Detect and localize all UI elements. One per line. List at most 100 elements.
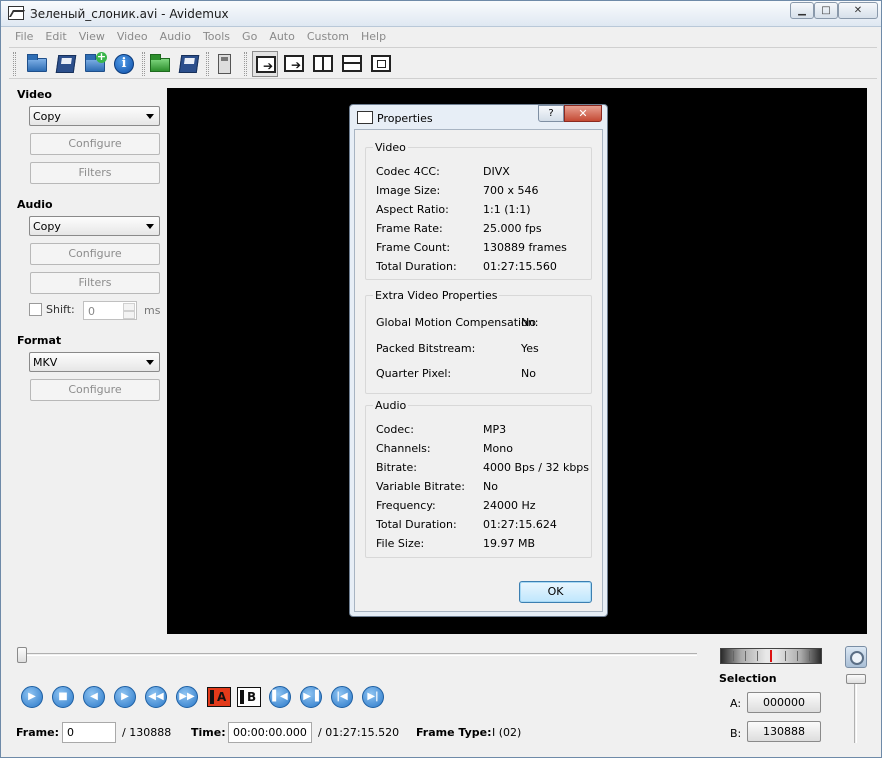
stop-button[interactable]: ■ [52,686,74,708]
volume-track[interactable] [854,681,857,743]
prop-value: 01:27:15.624 [483,518,557,531]
menu-bar: File Edit View Video Audio Tools Go Auto Custom H… [9,28,877,46]
toolbar-grip [13,52,16,76]
selection-b-button[interactable]: 130888 [747,721,821,742]
maximize-icon: □ [821,5,831,16]
open-button[interactable] [24,51,50,77]
toolbar-separator [206,52,209,76]
volume-icon[interactable] [845,646,867,668]
save-button[interactable] [53,51,79,77]
arrow-right-icon: ▶ [121,691,129,702]
dialog-close-button[interactable]: ✕ [564,105,602,122]
previous-keyframe-button[interactable]: ◀◀ [145,686,167,708]
audio-filters-button[interactable]: Filters [30,272,160,294]
prop-label: Global Motion Compensation: [376,316,539,329]
next-keyframe-button[interactable]: ▶▶ [176,686,198,708]
format-value: MKV [33,356,58,369]
shift-spinbox[interactable]: 0 [83,301,137,320]
close-icon: ✕ [853,5,863,16]
side-by-side-button[interactable] [310,51,336,77]
play-icon: ▶ [28,691,36,702]
ok-button[interactable]: OK [519,581,592,603]
prop-label: File Size: [376,537,425,550]
prop-value: No [483,480,498,493]
help-button[interactable]: ? [538,105,564,122]
arrow-left-icon: ◀ [90,691,98,702]
video-codec-select[interactable]: Copy [29,106,160,126]
time-input[interactable]: 00:00:00.000 [228,722,312,743]
minimize-button[interactable]: ▁ [790,2,814,19]
frame-type-label: Frame Type: [416,726,492,739]
top-bottom-button[interactable] [339,51,365,77]
audio-group-title: Audio [373,399,409,412]
stop-icon: ■ [58,691,68,702]
prop-value: Yes [521,342,539,355]
set-marker-b-button[interactable]: B [237,687,261,707]
fast-forward-icon: ▶▶ [179,691,195,702]
video-configure-button[interactable]: Configure [30,133,160,155]
jog-shuttle[interactable] [720,648,822,664]
info-icon: i [114,54,134,74]
format-configure-button[interactable]: Configure [30,379,160,401]
calculator-button[interactable] [211,51,237,77]
menu-help[interactable]: Help [355,28,392,43]
open-folder-icon [27,54,47,72]
shift-checkbox[interactable] [29,303,42,316]
selection-a-button[interactable]: 000000 [747,692,821,713]
skip-end-icon: ▶| [367,691,379,702]
load-project-button[interactable] [147,51,173,77]
close-window-button[interactable]: ✕ [838,2,878,19]
audio-configure-button[interactable]: Configure [30,243,160,265]
prop-value: 700 x 546 [483,184,539,197]
goto-start-button[interactable]: |◀ [331,686,353,708]
frame-input[interactable]: 0 [62,722,116,743]
prop-label: Packed Bitstream: [376,342,476,355]
display-input-button[interactable]: ➔ [252,51,278,77]
volume-handle[interactable] [846,674,866,684]
menu-view[interactable]: View [73,28,111,43]
timeline-track[interactable] [20,653,697,656]
shift-unit: ms [144,304,161,317]
prop-value: No [521,367,536,380]
shift-label: Shift: [46,303,75,316]
goto-marker-b-button[interactable]: ▶▐ [300,686,322,708]
goto-marker-a-button[interactable]: ▌◀ [269,686,291,708]
timeline-handle[interactable] [17,647,27,663]
avidemux-app-icon [357,111,373,124]
prop-value: MP3 [483,423,507,436]
calculator-icon [218,54,231,74]
set-marker-a-button[interactable]: A [207,687,231,707]
goto-end-button[interactable]: ▶| [362,686,384,708]
format-select[interactable]: MKV [29,352,160,372]
menu-file[interactable]: File [9,28,39,43]
prop-label: Variable Bitrate: [376,480,465,493]
audio-group: Audio Codec: MP3 Channels: Mono Bitrate: 40… [365,399,592,558]
maximize-button[interactable]: □ [814,2,838,19]
menu-video[interactable]: Video [111,28,154,43]
video-filters-button[interactable]: Filters [30,162,160,184]
prop-value: 130889 frames [483,241,567,254]
small-preview-icon [371,55,391,72]
save-project-button[interactable] [176,51,202,77]
menu-audio[interactable]: Audio [154,28,197,43]
play-button[interactable]: ▶ [21,686,43,708]
menu-auto[interactable]: Auto [263,28,301,43]
menu-tools[interactable]: Tools [197,28,236,43]
frame-total: / 130888 [122,726,172,739]
next-frame-button[interactable]: ▶ [114,686,136,708]
selection-heading: Selection [719,672,777,685]
spin-down-icon[interactable] [123,311,135,319]
preview-window-button[interactable] [368,51,394,77]
menu-go[interactable]: Go [236,28,263,43]
menu-custom[interactable]: Custom [301,28,355,43]
display-output-button[interactable]: ➔ [281,51,307,77]
menu-edit[interactable]: Edit [39,28,72,43]
prop-label: Quarter Pixel: [376,367,452,380]
properties-button[interactable]: i [111,51,137,77]
previous-frame-button[interactable]: ◀ [83,686,105,708]
spin-up-icon[interactable] [123,303,135,311]
prop-value: No [521,316,536,329]
append-button[interactable]: + [82,51,108,77]
audio-codec-select[interactable]: Copy [29,216,160,236]
split-horizontal-icon [342,55,362,72]
